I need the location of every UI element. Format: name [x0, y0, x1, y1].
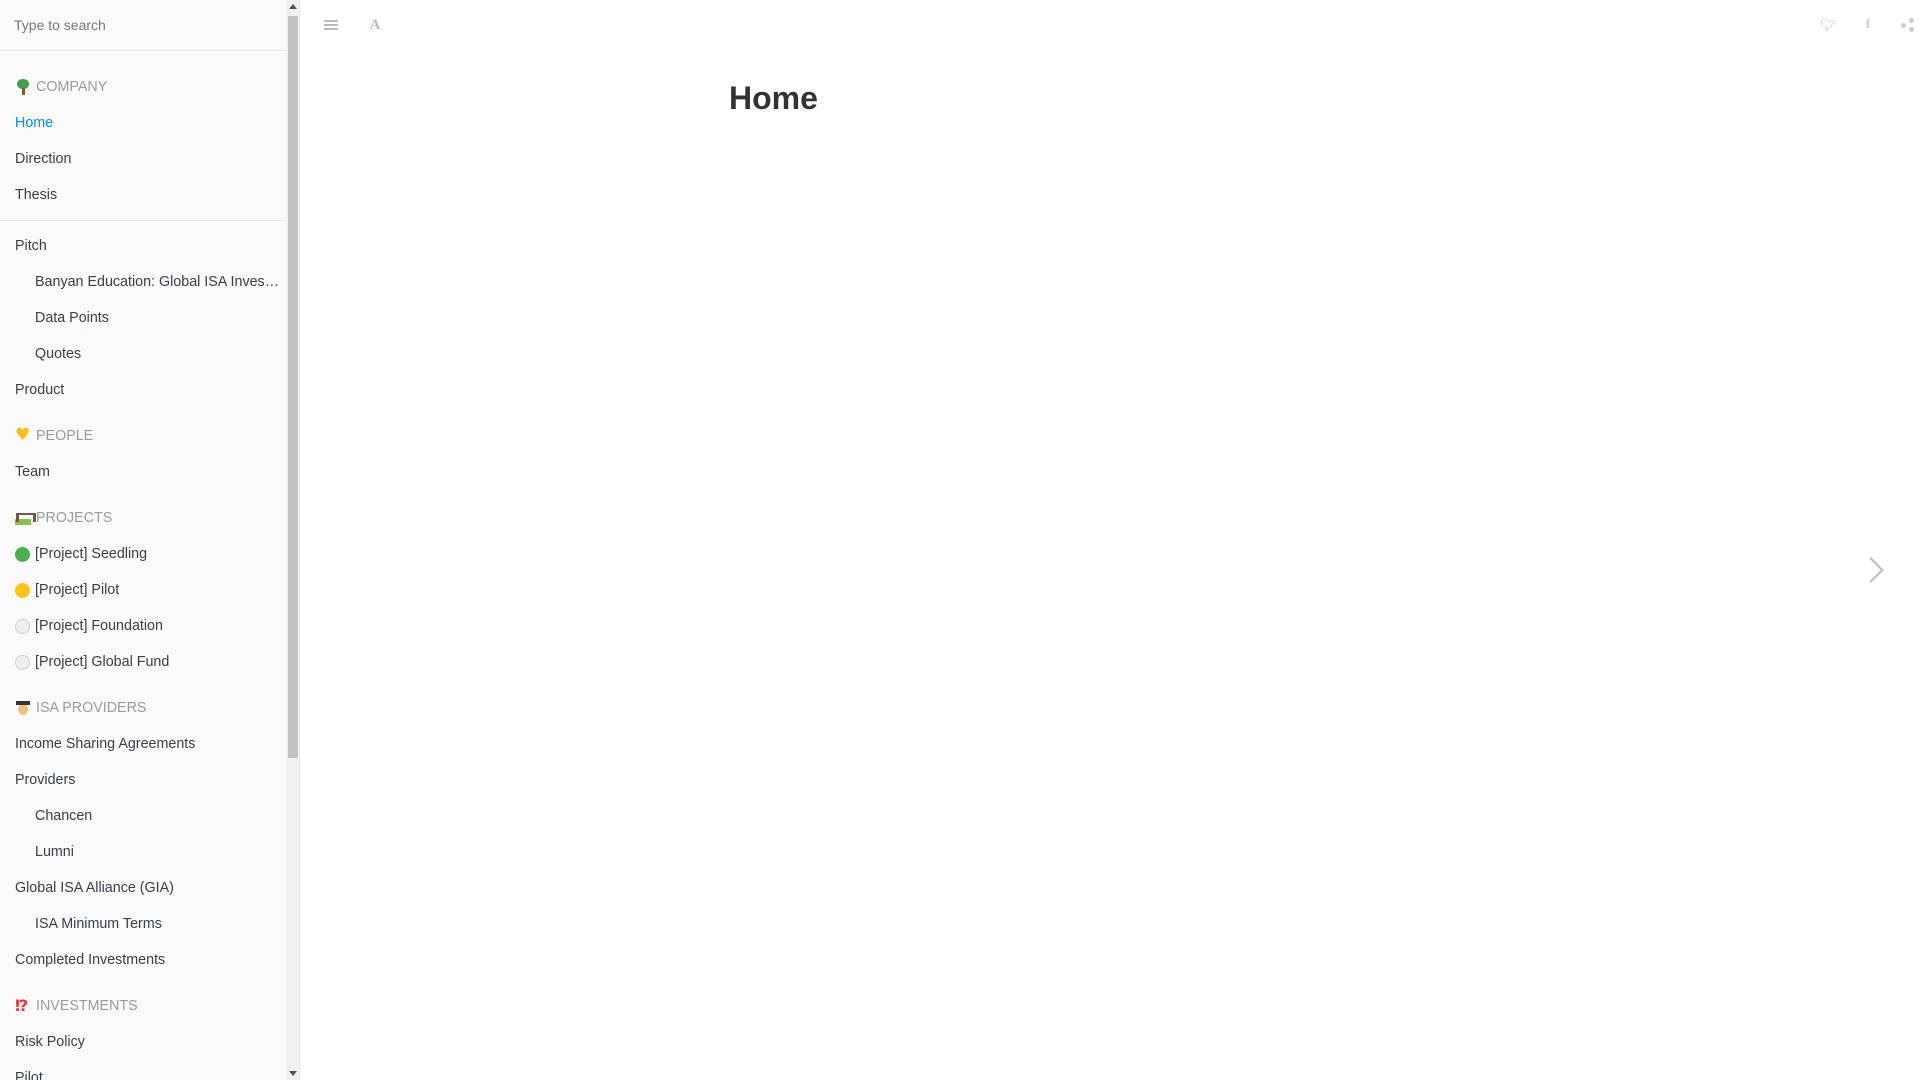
section-header-isa-providers: ISA PROVIDERS: [0, 690, 299, 726]
sidebar: COMPANY Home Direction Thesis Pitch Bany…: [0, 0, 300, 1080]
sidebar-scrollbar[interactable]: [286, 0, 299, 1080]
toggle-sidebar-button[interactable]: [311, 0, 351, 50]
font-icon: A: [369, 16, 381, 33]
scroll-down-arrow-icon[interactable]: [289, 1071, 297, 1076]
share-icon: [1901, 18, 1915, 32]
white-circle-icon: [15, 618, 30, 634]
section-header-company: COMPANY: [0, 69, 299, 105]
sidebar-item-chancen[interactable]: Chancen: [0, 798, 299, 834]
sidebar-nav: COMPANY Home Direction Thesis Pitch Bany…: [0, 51, 299, 1080]
sidebar-item-income-sharing-agreements[interactable]: Income Sharing Agreements: [0, 726, 299, 762]
scrollbar-thumb[interactable]: [288, 16, 298, 758]
sidebar-item-project-pilot[interactable]: [Project] Pilot: [0, 572, 299, 608]
sidebar-item-providers[interactable]: Providers: [0, 762, 299, 798]
sidebar-item-home[interactable]: Home: [0, 105, 299, 141]
section-header-people: PEOPLE: [0, 418, 299, 454]
sidebar-item-global-isa-alliance[interactable]: Global ISA Alliance (GIA): [0, 870, 299, 906]
sidebar-item-isa-minimum-terms[interactable]: ISA Minimum Terms: [0, 906, 299, 942]
menu-icon: [324, 20, 338, 30]
page-title: Home: [729, 80, 818, 116]
font-settings-button[interactable]: A: [355, 0, 395, 50]
search-input[interactable]: [14, 17, 285, 33]
sidebar-item-project-global-fund[interactable]: [Project] Global Fund: [0, 644, 299, 680]
green-circle-icon: [15, 546, 30, 562]
sidebar-item-pilot[interactable]: Pilot: [0, 1060, 299, 1080]
twitter-icon: 🐦︎: [1819, 17, 1837, 33]
sidebar-item-pitch[interactable]: Pitch: [0, 228, 299, 264]
scroll-up-arrow-icon[interactable]: [289, 4, 297, 9]
sidebar-item-lumni[interactable]: Lumni: [0, 834, 299, 870]
facebook-share-button[interactable]: f: [1848, 0, 1888, 50]
main-content: A 🐦︎ f Home: [301, 0, 1920, 1080]
sidebar-item-completed-investments[interactable]: Completed Investments: [0, 942, 299, 978]
sidebar-item-quotes[interactable]: Quotes: [0, 336, 299, 372]
facebook-icon: f: [1865, 17, 1871, 32]
yellow-circle-icon: [15, 582, 30, 598]
sidebar-item-thesis[interactable]: Thesis: [0, 177, 299, 213]
sidebar-item-direction[interactable]: Direction: [0, 141, 299, 177]
exclamation-question-icon: [15, 996, 31, 1015]
deciduous-tree-icon: [15, 79, 31, 95]
search-box: [0, 0, 299, 51]
sidebar-item-data-points[interactable]: Data Points: [0, 300, 299, 336]
sidebar-item-team[interactable]: Team: [0, 454, 299, 490]
yellow-heart-icon: [15, 425, 31, 445]
sidebar-item-project-seedling[interactable]: [Project] Seedling: [0, 536, 299, 572]
top-toolbar: A 🐦︎ f: [301, 0, 1920, 50]
sidebar-item-project-foundation[interactable]: [Project] Foundation: [0, 608, 299, 644]
section-header-projects: PROJECTS: [0, 500, 299, 536]
next-page-chevron-icon[interactable]: [1856, 552, 1896, 592]
white-circle-icon: [15, 654, 30, 670]
twitter-share-button[interactable]: 🐦︎: [1808, 0, 1848, 50]
sidebar-item-risk-policy[interactable]: Risk Policy: [0, 1024, 299, 1060]
construction-icon: [15, 510, 36, 526]
share-button[interactable]: [1888, 0, 1920, 50]
sidebar-divider: [0, 220, 299, 221]
sidebar-item-banyan-education[interactable]: Banyan Education: Global ISA Investment …: [0, 264, 299, 300]
section-header-investments: INVESTMENTS: [0, 988, 299, 1024]
graduate-icon: [15, 700, 31, 716]
sidebar-item-product[interactable]: Product: [0, 372, 299, 408]
